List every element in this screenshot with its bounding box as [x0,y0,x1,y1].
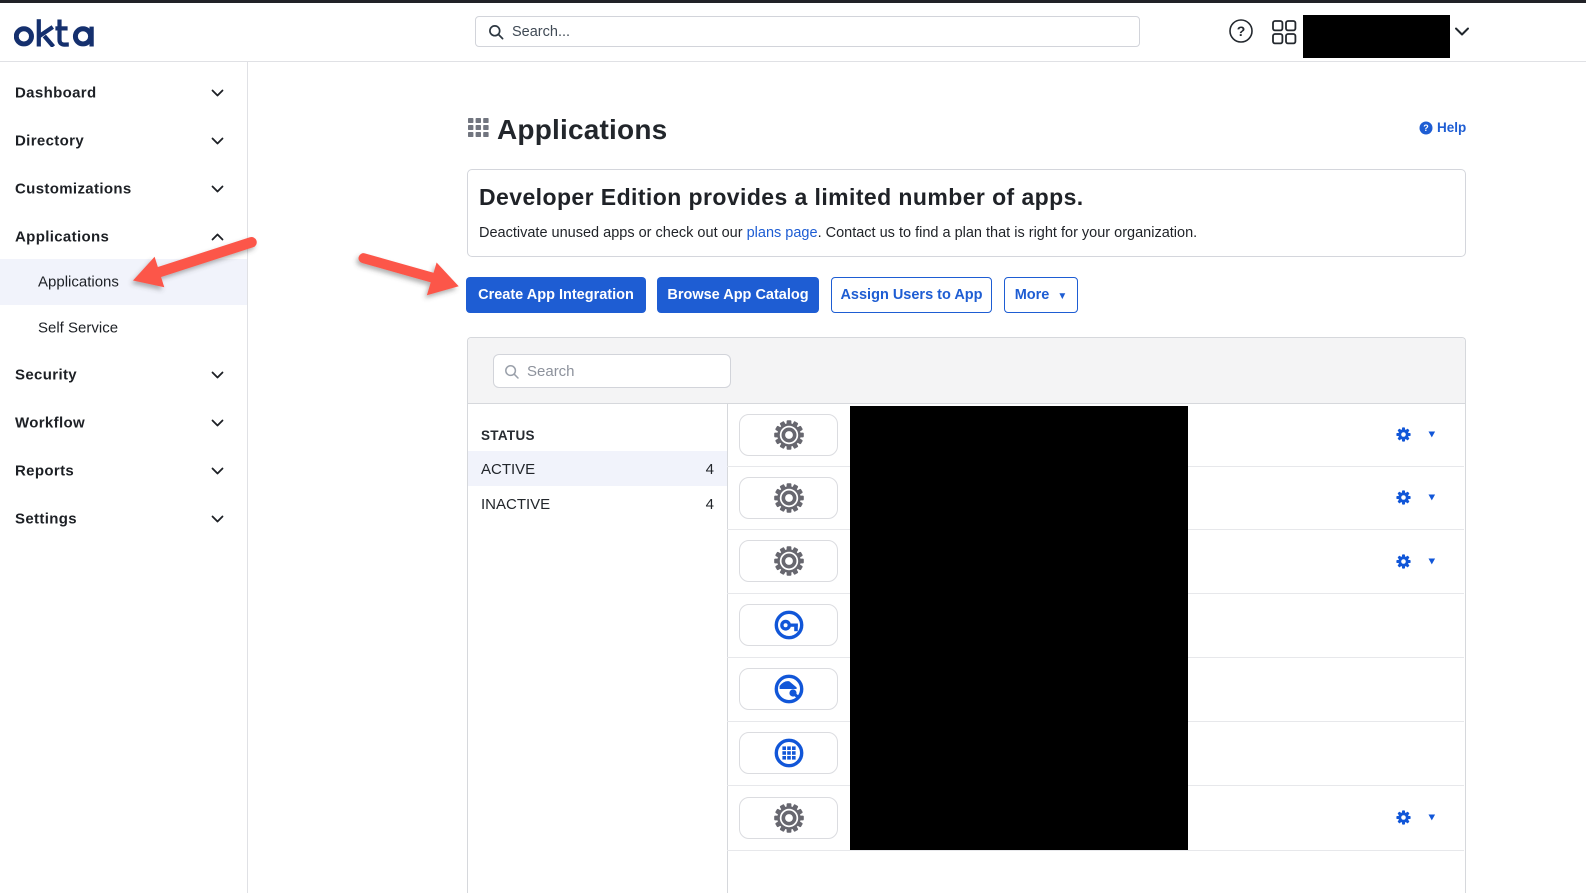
svg-text:?: ? [1423,123,1429,133]
svg-text:?: ? [1237,23,1246,39]
